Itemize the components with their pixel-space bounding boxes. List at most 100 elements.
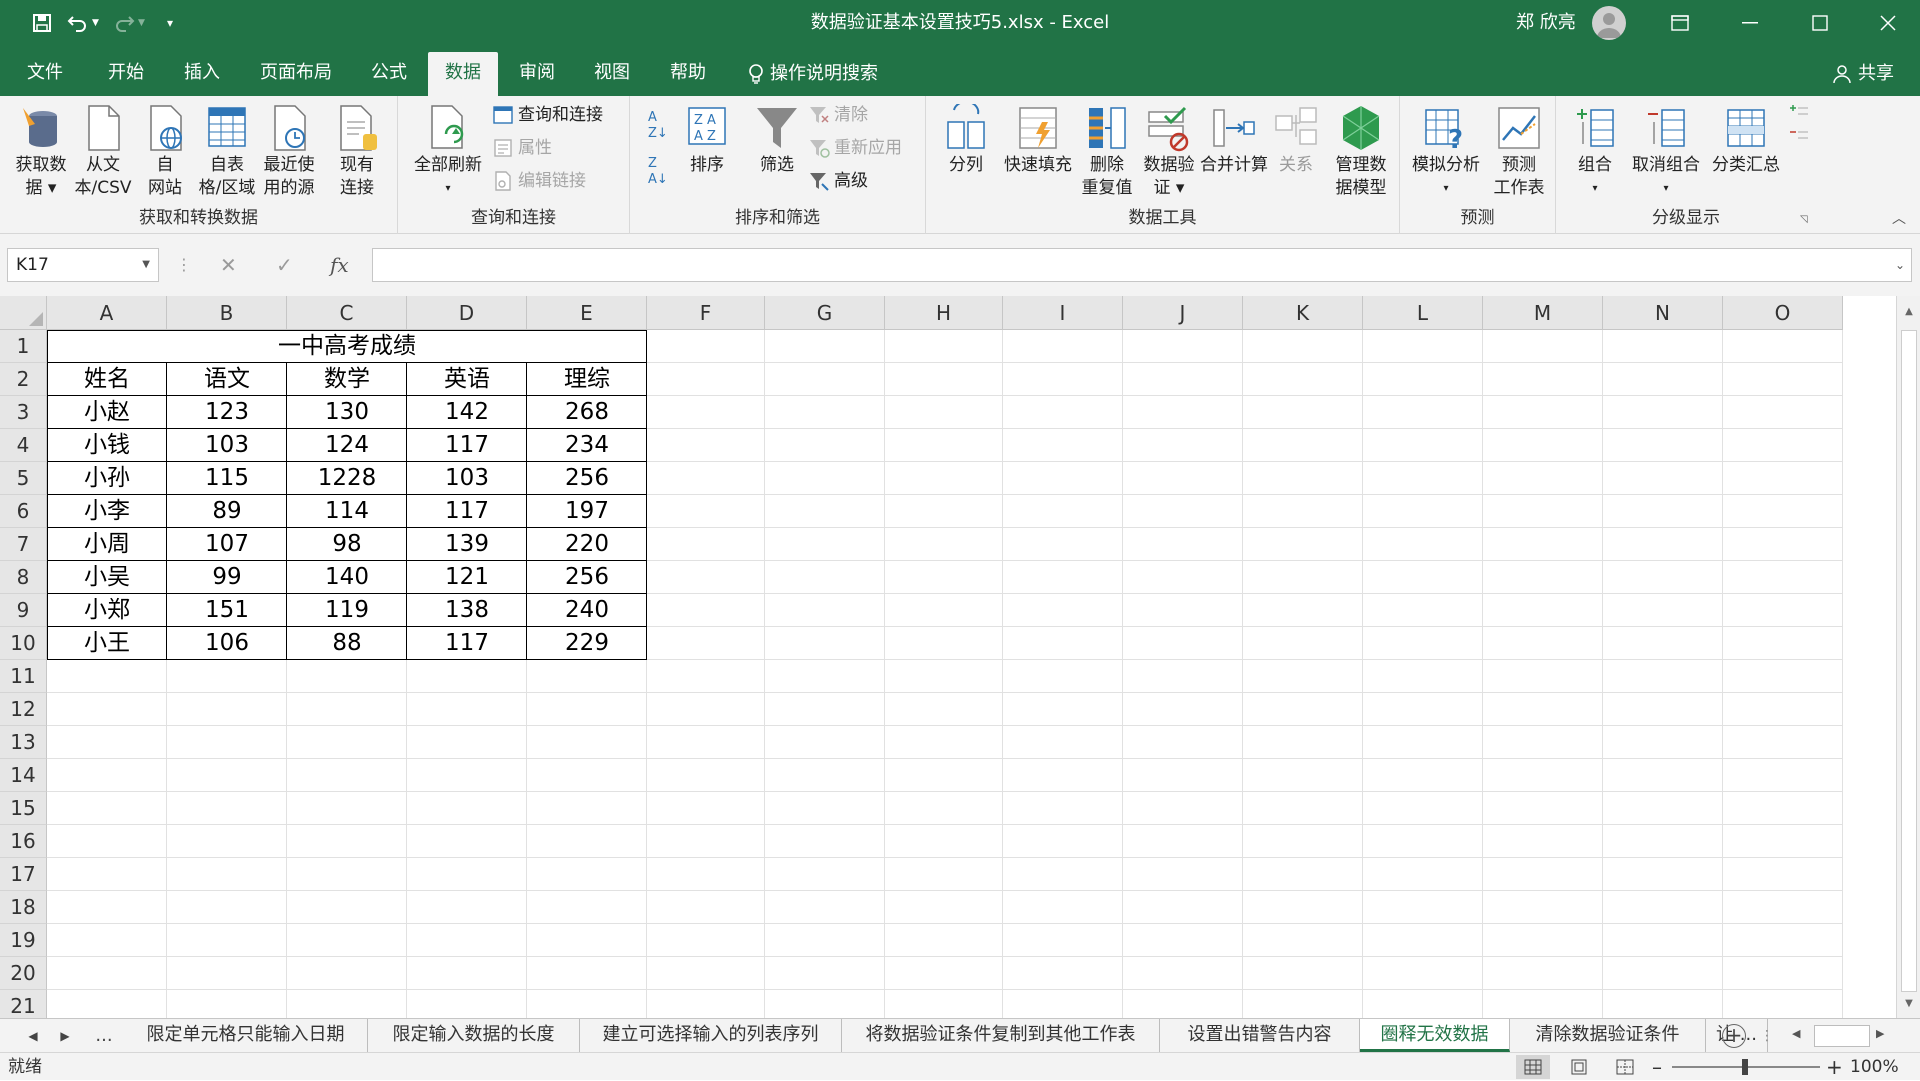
row-header-1[interactable]: 1: [0, 330, 47, 363]
from-web-button[interactable]: 自 网站: [132, 100, 198, 200]
sort-ascending-icon[interactable]: A Z↓: [648, 110, 668, 142]
collapse-ribbon-icon[interactable]: ︿: [1892, 208, 1906, 228]
clear-filter-button[interactable]: 清除: [808, 100, 868, 130]
manage-data-model-button[interactable]: 管理数 据模型: [1328, 100, 1394, 200]
undo-icon[interactable]: ▼: [60, 0, 106, 46]
row-header-18[interactable]: 18: [0, 891, 47, 924]
flash-fill-button[interactable]: 快速填充: [998, 100, 1078, 177]
header-cell[interactable]: 理综: [527, 363, 647, 396]
column-header-k[interactable]: K: [1243, 296, 1363, 330]
table-title-cell[interactable]: 一中高考成绩: [47, 330, 647, 363]
page-break-view-icon[interactable]: [1608, 1055, 1642, 1079]
refresh-all-button[interactable]: 全部刷新 ▾: [410, 100, 486, 200]
row-header-3[interactable]: 3: [0, 396, 47, 429]
data-cell[interactable]: 121: [407, 561, 527, 594]
data-cell[interactable]: 小钱: [47, 429, 167, 462]
data-cell[interactable]: 89: [167, 495, 287, 528]
tab-home[interactable]: 开始: [92, 52, 160, 96]
show-detail-icon[interactable]: [1788, 102, 1810, 166]
filter-button[interactable]: 筛选: [742, 100, 812, 177]
column-header-e[interactable]: E: [527, 296, 647, 330]
row-header-21[interactable]: 21: [0, 990, 47, 1018]
expand-formula-icon[interactable]: ⌄: [1895, 249, 1905, 281]
data-cell[interactable]: 88: [287, 627, 407, 660]
tell-me-search[interactable]: 操作说明搜索: [734, 52, 894, 96]
data-cell[interactable]: 151: [167, 594, 287, 627]
sheet-tab[interactable]: 圈释无效数据: [1360, 1019, 1510, 1052]
save-icon[interactable]: [24, 0, 60, 46]
data-cell[interactable]: 106: [167, 627, 287, 660]
data-cell[interactable]: 197: [527, 495, 647, 528]
data-validation-button[interactable]: 数据验 证 ▾: [1138, 100, 1200, 200]
sheet-tab[interactable]: 建立可选择输入的列表序列: [580, 1019, 842, 1052]
data-cell[interactable]: 小郑: [47, 594, 167, 627]
minimize-icon[interactable]: [1720, 0, 1780, 46]
data-cell[interactable]: 98: [287, 528, 407, 561]
row-header-13[interactable]: 13: [0, 726, 47, 759]
subtotal-button[interactable]: 分类汇总: [1706, 100, 1786, 177]
data-cell[interactable]: 107: [167, 528, 287, 561]
customize-toolbar-icon[interactable]: ▾: [152, 0, 188, 46]
data-cell[interactable]: 1228: [287, 462, 407, 495]
data-cell[interactable]: 139: [407, 528, 527, 561]
column-header-b[interactable]: B: [167, 296, 287, 330]
row-header-6[interactable]: 6: [0, 495, 47, 528]
sheet-tab[interactable]: 限定输入数据的长度: [368, 1019, 580, 1052]
row-header-10[interactable]: 10: [0, 627, 47, 660]
text-to-columns-button[interactable]: 分列: [934, 100, 998, 177]
data-cell[interactable]: 99: [167, 561, 287, 594]
column-header-m[interactable]: M: [1483, 296, 1603, 330]
close-icon[interactable]: [1858, 0, 1918, 46]
zoom-in-icon[interactable]: +: [1826, 1053, 1843, 1081]
advanced-filter-button[interactable]: 高级: [808, 166, 868, 196]
tab-review[interactable]: 审阅: [504, 52, 570, 96]
sort-button[interactable]: Z AA Z 排序: [672, 100, 742, 177]
horizontal-scrollbar[interactable]: ◀ ▶: [1788, 1025, 1892, 1047]
sheet-tab[interactable]: 清除数据验证条件: [1510, 1019, 1706, 1052]
header-cell[interactable]: 语文: [167, 363, 287, 396]
data-cell[interactable]: 小李: [47, 495, 167, 528]
from-text-csv-button[interactable]: 从文 本/CSV: [70, 100, 136, 200]
group-button[interactable]: 组合 ▾: [1562, 100, 1628, 200]
recent-sources-button[interactable]: 最近使 用的源: [256, 100, 322, 200]
more-sheets-button[interactable]: ...: [84, 1019, 124, 1053]
remove-duplicates-button[interactable]: 删除 重复值: [1076, 100, 1138, 200]
page-layout-view-icon[interactable]: [1562, 1055, 1596, 1079]
row-header-20[interactable]: 20: [0, 957, 47, 990]
data-cell[interactable]: 117: [407, 429, 527, 462]
row-header-12[interactable]: 12: [0, 693, 47, 726]
data-cell[interactable]: 小吴: [47, 561, 167, 594]
header-cell[interactable]: 数学: [287, 363, 407, 396]
row-header-8[interactable]: 8: [0, 561, 47, 594]
header-cell[interactable]: 英语: [407, 363, 527, 396]
get-data-button[interactable]: 获取数 据 ▾: [8, 100, 74, 200]
data-cell[interactable]: 130: [287, 396, 407, 429]
data-cell[interactable]: 268: [527, 396, 647, 429]
data-cell[interactable]: 140: [287, 561, 407, 594]
column-header-n[interactable]: N: [1603, 296, 1723, 330]
data-cell[interactable]: 117: [407, 627, 527, 660]
data-cell[interactable]: 103: [167, 429, 287, 462]
from-table-button[interactable]: 自表 格/区域: [194, 100, 260, 200]
scroll-down-icon[interactable]: ▼: [1897, 998, 1920, 1009]
scroll-left-icon[interactable]: ◀: [1792, 1027, 1800, 1040]
data-cell[interactable]: 115: [167, 462, 287, 495]
forecast-sheet-button[interactable]: 预测 工作表: [1486, 100, 1552, 200]
prev-sheet-icon[interactable]: ◀: [20, 1019, 46, 1053]
scrollbar-thumb[interactable]: [1814, 1025, 1870, 1047]
data-cell[interactable]: 240: [527, 594, 647, 627]
avatar[interactable]: [1592, 6, 1626, 40]
tab-insert[interactable]: 插入: [168, 52, 236, 96]
new-sheet-icon[interactable]: +: [1722, 1024, 1746, 1048]
column-header-c[interactable]: C: [287, 296, 407, 330]
formula-input[interactable]: ⌄: [372, 248, 1912, 282]
column-header-d[interactable]: D: [407, 296, 527, 330]
share-button[interactable]: 共享: [1832, 52, 1894, 96]
row-header-7[interactable]: 7: [0, 528, 47, 561]
data-cell[interactable]: 119: [287, 594, 407, 627]
relationships-button[interactable]: 关系: [1268, 100, 1324, 177]
column-header-i[interactable]: I: [1003, 296, 1123, 330]
data-cell[interactable]: 103: [407, 462, 527, 495]
data-cell[interactable]: 小周: [47, 528, 167, 561]
row-header-2[interactable]: 2: [0, 363, 47, 396]
